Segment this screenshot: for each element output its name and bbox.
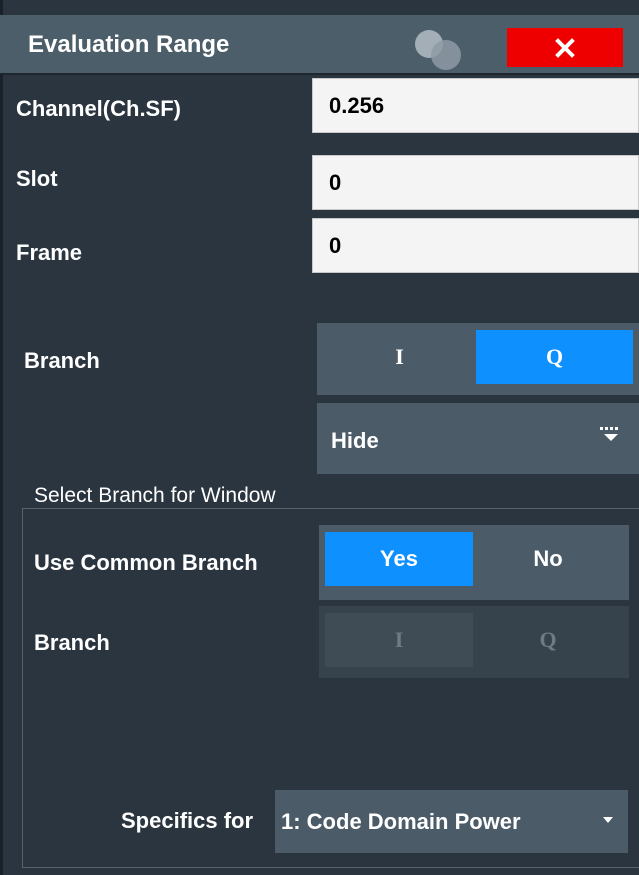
branch-display-select[interactable]: Hide: [317, 403, 639, 474]
filter-icon: [600, 427, 618, 441]
left-border: [0, 0, 3, 875]
window-branch-label: Branch: [34, 630, 110, 655]
branch-label: Branch: [24, 348, 100, 373]
title-divider: [0, 73, 639, 75]
specifics-select[interactable]: 1: Code Domain Power: [275, 790, 628, 853]
dialog-title: Evaluation Range: [28, 31, 230, 58]
close-icon: [555, 37, 575, 58]
slot-input[interactable]: 0: [312, 155, 639, 210]
branch-toggle: I Q: [317, 323, 639, 395]
channel-label: Channel(Ch.SF): [16, 96, 181, 121]
specifics-label: Specifics for: [121, 808, 254, 833]
frame-label: Frame: [16, 240, 83, 265]
use-common-branch-label: Use Common Branch: [34, 550, 258, 575]
window-branch-i-button[interactable]: I: [325, 613, 473, 667]
select-branch-caption: Select Branch for Window: [34, 484, 276, 507]
title-bar: Evaluation Range: [0, 15, 639, 73]
specifics-value: 1: Code Domain Power: [281, 809, 521, 834]
branch-display-value: Hide: [331, 428, 379, 453]
use-common-branch-toggle: Yes No: [319, 525, 629, 600]
close-button[interactable]: [507, 28, 623, 67]
window-branch-toggle: I Q: [319, 606, 629, 678]
window-branch-q-button[interactable]: Q: [473, 613, 623, 667]
channel-input[interactable]: 0.256: [312, 78, 639, 133]
slot-label: Slot: [16, 166, 58, 191]
frame-input[interactable]: 0: [312, 218, 639, 273]
use-common-no-button[interactable]: No: [473, 532, 623, 586]
caret-down-icon: [603, 817, 613, 823]
evaluation-range-dialog: Evaluation Range Channel(Ch.SF) 0.256 Sl…: [0, 0, 639, 875]
overlapping-circles-icon: [410, 27, 470, 71]
branch-i-button[interactable]: I: [323, 330, 476, 384]
branch-q-button[interactable]: Q: [476, 330, 633, 384]
use-common-yes-button[interactable]: Yes: [325, 532, 473, 586]
